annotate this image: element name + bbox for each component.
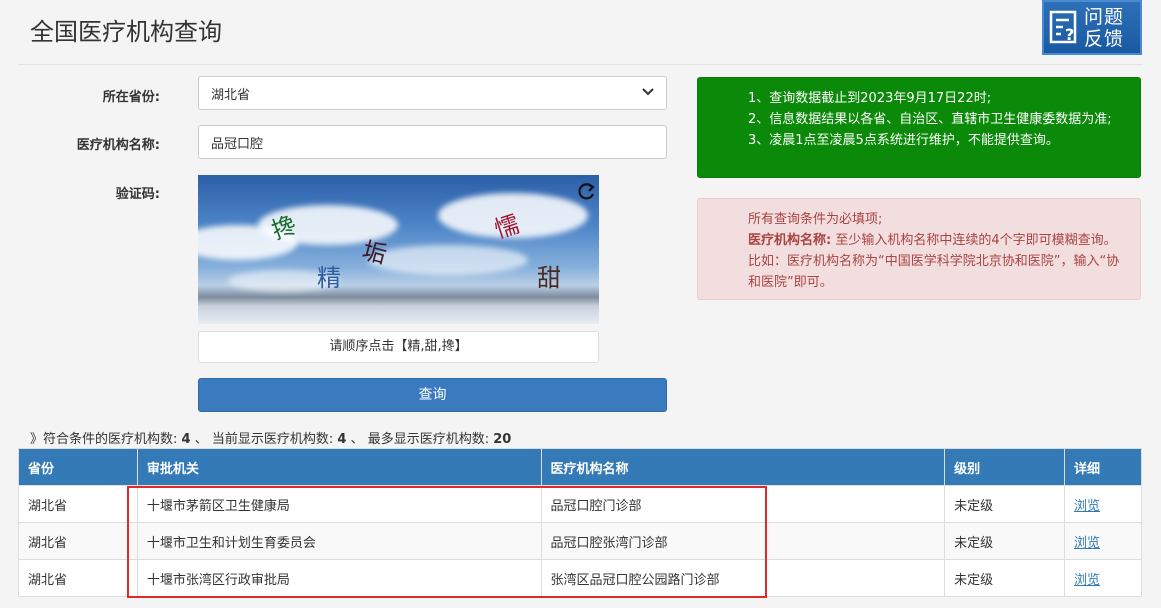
cell-province: 湖北省	[18, 522, 138, 560]
header-province: 省份	[18, 448, 138, 486]
province-select[interactable]: 湖北省	[198, 76, 667, 110]
header-level: 级别	[944, 448, 1066, 486]
summary-shown-label: 、 当前显示医疗机构数:	[194, 432, 334, 447]
requirement-notice: 所有查询条件为必填项; 医疗机构名称: 至少输入机构名称中连续的4个字即可模糊查…	[697, 198, 1141, 300]
cell-province: 湖北省	[18, 485, 138, 523]
table-row: 湖北省 十堰市茅箭区卫生健康局 品冠口腔门诊部 未定级 浏览	[18, 485, 1142, 523]
cell-institution: 张湾区品冠口腔公园路门诊部	[540, 559, 946, 597]
cell-institution: 品冠口腔门诊部	[540, 485, 946, 523]
refresh-icon[interactable]	[575, 181, 597, 203]
summary-max-label: 、 最多显示医疗机构数:	[350, 432, 490, 447]
header-divider	[18, 64, 1143, 65]
header-detail: 详细	[1064, 448, 1142, 486]
cloud-shape	[368, 245, 528, 275]
feedback-button[interactable]: ? 问题 反馈	[1042, 0, 1142, 55]
feedback-icon: ?	[1044, 3, 1084, 53]
svg-text:?: ?	[1065, 25, 1074, 44]
summary-total: 4	[181, 432, 191, 447]
captcha-char[interactable]: 甜	[537, 258, 561, 293]
summary-max: 20	[493, 432, 512, 447]
name-input[interactable]: 品冠口腔	[198, 125, 667, 159]
captcha-image[interactable]: 搀 垢 精 懦 甜	[198, 175, 599, 324]
table-row: 湖北省 十堰市张湾区行政审批局 张湾区品冠口腔公园路门诊部 未定级 浏览	[18, 559, 1142, 597]
notice-line: 3、凌晨1点至凌晨5点系统进行维护，不能提供查询。	[748, 133, 1059, 148]
results-table: 省份 审批机关 医疗机构名称 级别 详细 湖北省 十堰市茅箭区卫生健康局 品冠口…	[18, 448, 1142, 597]
browse-link[interactable]: 浏览	[1074, 499, 1100, 514]
query-button[interactable]: 查询	[198, 378, 667, 412]
header-authority: 审批机关	[136, 448, 542, 486]
feedback-label-1: 问题	[1084, 5, 1125, 28]
cell-level: 未定级	[944, 485, 1066, 523]
header-institution: 医疗机构名称	[540, 448, 946, 486]
captcha-label: 验证码:	[115, 187, 160, 202]
name-value: 品冠口腔	[211, 136, 264, 152]
cell-level: 未定级	[944, 559, 1066, 597]
summary-shown: 4	[337, 432, 347, 447]
cell-authority: 十堰市茅箭区卫生健康局	[136, 485, 542, 523]
page-title: 全国医疗机构查询	[30, 18, 222, 46]
summary-prefix: 》符合条件的医疗机构数:	[30, 432, 178, 447]
result-summary: 》符合条件的医疗机构数: 4 、 当前显示医疗机构数: 4 、 最多显示医疗机构…	[30, 428, 511, 447]
info-notice: 1、查询数据截止到2023年9月17日22时; 2、信息数据结果以各省、自治区、…	[697, 77, 1141, 178]
captcha-hint: 请顺序点击【精,甜,搀】	[198, 331, 599, 363]
notice-line: 所有查询条件为必填项;	[748, 212, 883, 227]
name-label: 医疗机构名称:	[76, 138, 160, 153]
browse-link[interactable]: 浏览	[1074, 573, 1100, 588]
captcha-char[interactable]: 精	[317, 258, 341, 293]
notice-line: 2、信息数据结果以各省、自治区、直辖市卫生健康委数据为准;	[748, 112, 1112, 127]
cell-authority: 十堰市张湾区行政审批局	[136, 559, 542, 597]
browse-link[interactable]: 浏览	[1074, 536, 1100, 551]
cell-institution: 品冠口腔张湾门诊部	[540, 522, 946, 560]
chevron-down-icon	[642, 87, 654, 99]
cell-authority: 十堰市卫生和计划生育委员会	[136, 522, 542, 560]
province-value: 湖北省	[211, 87, 251, 103]
feedback-label-2: 反馈	[1084, 27, 1125, 50]
notice-line: 1、查询数据截止到2023年9月17日22时;	[748, 91, 992, 106]
province-label: 所在省份:	[102, 90, 160, 105]
cell-level: 未定级	[944, 522, 1066, 560]
table-header-row: 省份 审批机关 医疗机构名称 级别 详细	[18, 448, 1142, 486]
cell-province: 湖北省	[18, 559, 138, 597]
table-row: 湖北省 十堰市卫生和计划生育委员会 品冠口腔张湾门诊部 未定级 浏览	[18, 522, 1142, 560]
notice-bold-label: 医疗机构名称:	[748, 233, 832, 248]
